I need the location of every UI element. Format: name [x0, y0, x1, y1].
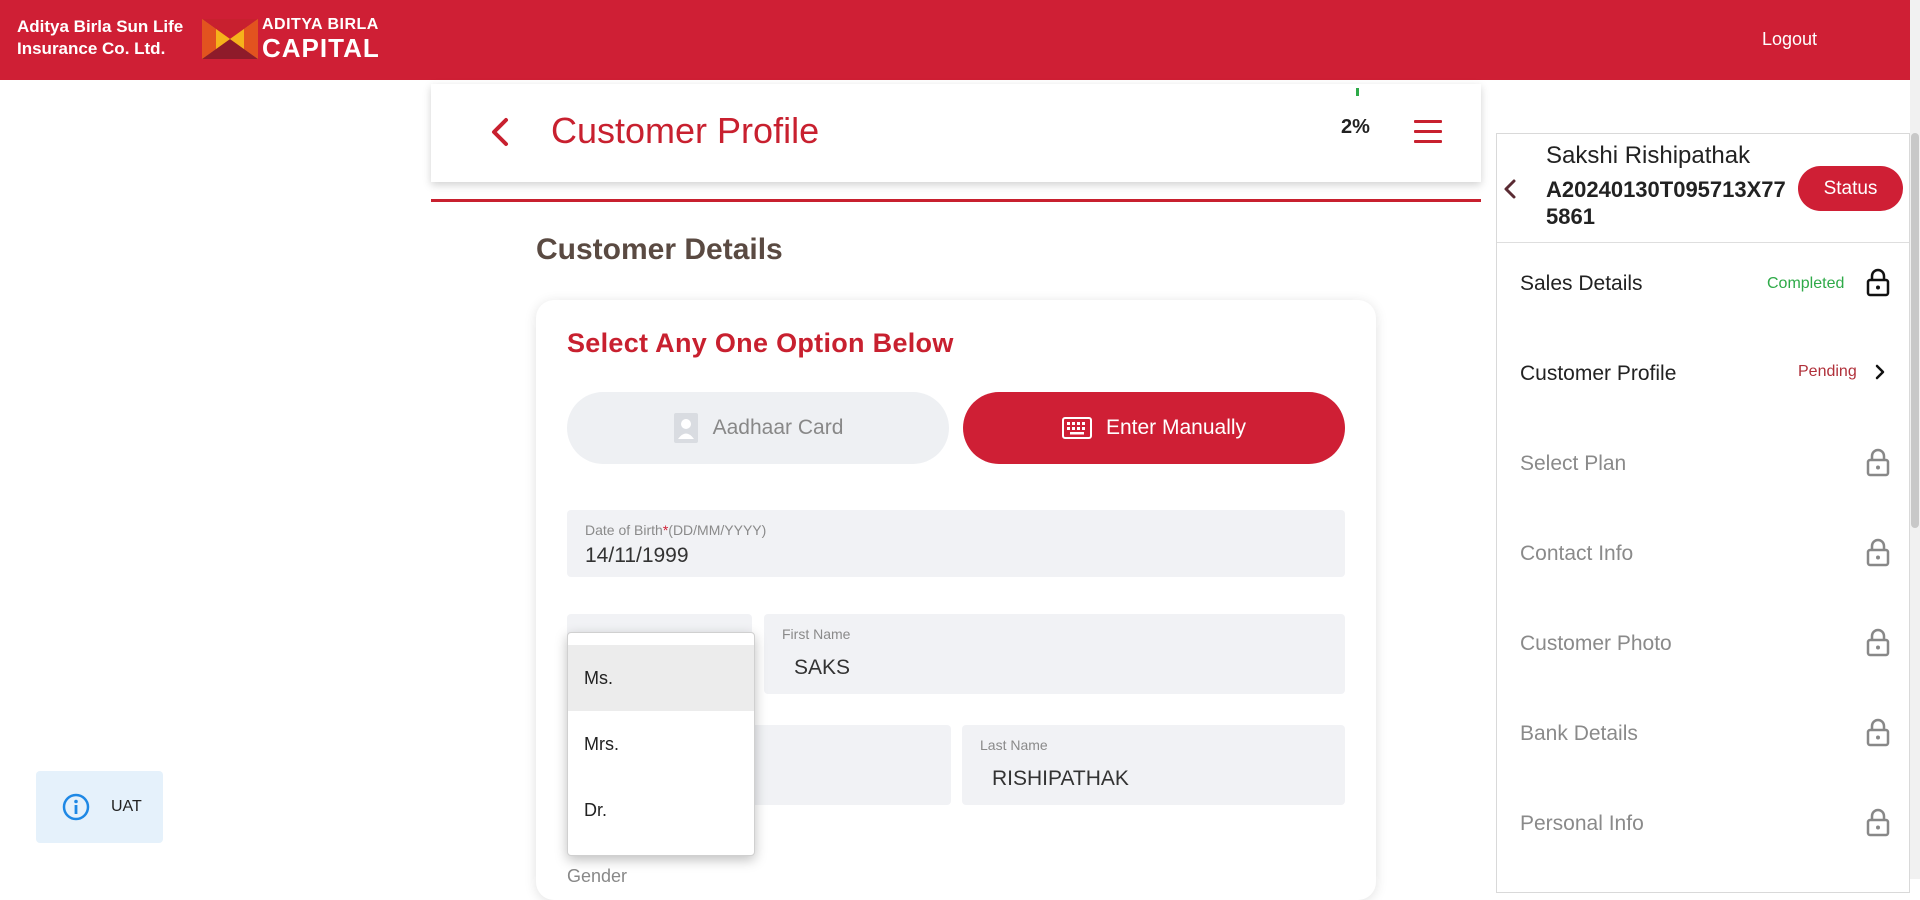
status-button[interactable]: Status — [1798, 166, 1903, 211]
collapse-panel-chevron-icon[interactable] — [1503, 178, 1517, 200]
step-label: Sales Details — [1520, 272, 1643, 295]
application-side-panel — [1496, 133, 1910, 893]
step-status: Completed — [1767, 275, 1845, 292]
step-personal-info: Personal Info — [1520, 804, 1890, 844]
info-icon — [62, 793, 90, 821]
salutation-option[interactable]: Dr. — [568, 777, 754, 843]
gender-label: Gender — [567, 866, 628, 886]
company-name: Aditya Birla Sun Life Insurance Co. Ltd. — [17, 16, 187, 60]
step-label: Contact Info — [1520, 542, 1634, 565]
side-panel-divider — [1497, 242, 1909, 243]
step-label: Customer Photo — [1520, 632, 1672, 655]
enter-manually-label: Enter Manually — [1105, 416, 1247, 439]
step-label: Customer Profile — [1520, 362, 1677, 385]
salutation-option[interactable]: Mrs. — [568, 711, 754, 777]
lock-icon — [1866, 718, 1890, 747]
dob-label: Date of Birth*(DD/MM/YYYY) — [585, 522, 767, 538]
enter-manually-button[interactable]: Enter Manually — [963, 392, 1345, 464]
step-sales-details[interactable]: Sales Details Completed — [1520, 264, 1890, 304]
logo-line2: CAPITAL — [262, 33, 380, 63]
salutation-option[interactable]: Ms. — [568, 645, 754, 711]
step-select-plan: Select Plan — [1520, 444, 1890, 484]
dob-value: 14/11/1999 — [585, 544, 689, 567]
lock-icon — [1866, 538, 1890, 567]
step-bank-details: Bank Details — [1520, 714, 1890, 754]
section-title: Customer Details — [536, 233, 783, 266]
page-title: Customer Profile — [551, 110, 820, 151]
customer-name: Sakshi Rishipathak — [1546, 142, 1751, 169]
company-name-line1: Aditya Birla Sun Life — [17, 17, 184, 36]
id-card-icon — [673, 413, 698, 443]
top-bar: Aditya Birla Sun Life Insurance Co. Ltd.… — [0, 0, 1910, 80]
first-name-label: First Name — [782, 626, 851, 642]
logo-line1: ADITYA BIRLA — [262, 16, 379, 33]
aadhaar-card-button[interactable]: Aadhaar Card — [567, 392, 949, 464]
application-id: A20240130T095713X775861 — [1546, 177, 1786, 229]
last-name-value: RISHIPATHAK — [992, 767, 1129, 790]
step-label: Personal Info — [1520, 812, 1644, 835]
step-status: Pending — [1798, 363, 1857, 380]
page-header-card: Customer Profile 2% — [431, 84, 1481, 182]
header-divider — [431, 199, 1481, 202]
aditya-birla-logo-icon — [202, 19, 258, 59]
step-customer-profile[interactable]: Customer Profile Pending — [1520, 354, 1890, 394]
progress-indicator — [1356, 88, 1359, 96]
step-contact-info: Contact Info — [1520, 534, 1890, 574]
progress-percent: 2% — [1341, 116, 1370, 138]
keyboard-icon — [1061, 417, 1092, 439]
step-customer-photo: Customer Photo — [1520, 624, 1890, 664]
company-name-line2: Insurance Co. Ltd. — [17, 39, 166, 58]
lock-icon — [1866, 268, 1890, 297]
step-label: Bank Details — [1520, 722, 1638, 745]
hamburger-menu-icon[interactable] — [1414, 120, 1442, 144]
salutation-dropdown: Ms. Mrs. Dr. — [567, 632, 755, 856]
first-name-field[interactable]: First Name SAKS — [764, 614, 1345, 694]
date-of-birth-field[interactable]: Date of Birth*(DD/MM/YYYY) 14/11/1999 — [567, 510, 1345, 577]
page-scrollbar-thumb[interactable] — [1911, 133, 1919, 528]
logo-wordmark: ADITYA BIRLA CAPITAL — [262, 16, 380, 63]
step-label: Select Plan — [1520, 452, 1627, 475]
aadhaar-card-label: Aadhaar Card — [712, 416, 844, 439]
lock-icon — [1866, 808, 1890, 837]
logout-button[interactable]: Logout — [1762, 29, 1817, 50]
chevron-right-icon — [1875, 364, 1885, 380]
select-option-title: Select Any One Option Below — [567, 328, 954, 358]
environment-label: UAT — [111, 798, 142, 815]
lock-icon — [1866, 628, 1890, 657]
last-name-label: Last Name — [980, 737, 1048, 753]
back-chevron-icon[interactable] — [486, 114, 516, 150]
lock-icon — [1866, 448, 1890, 477]
first-name-value: SAKS — [794, 656, 851, 679]
environment-badge: UAT — [36, 771, 163, 843]
last-name-field[interactable]: Last Name RISHIPATHAK — [962, 725, 1345, 805]
